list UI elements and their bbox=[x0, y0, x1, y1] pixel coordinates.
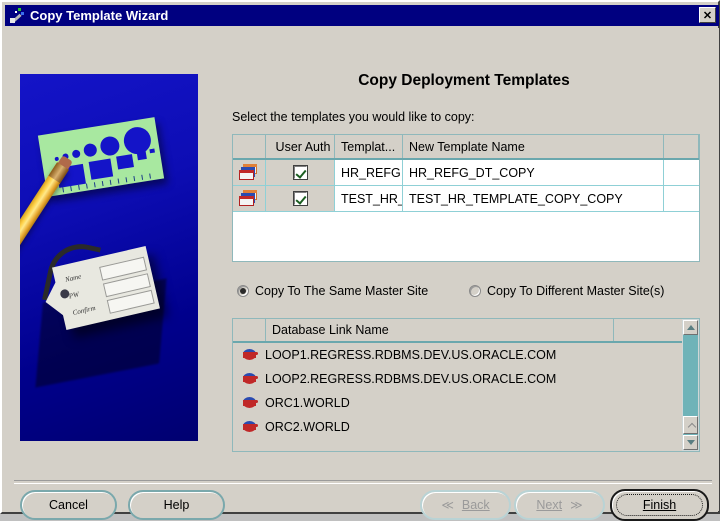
user-auth-checkbox[interactable] bbox=[266, 160, 335, 185]
database-link-icon bbox=[242, 349, 258, 361]
title-bar: Copy Template Wizard ✕ bbox=[5, 5, 719, 26]
column-header-icon[interactable] bbox=[233, 135, 266, 158]
back-button-label: Back bbox=[461, 498, 490, 512]
database-link-name: LOOP2.REGRESS.RDBMS.DEV.US.ORACLE.COM bbox=[265, 372, 557, 386]
wizard-wand-icon bbox=[9, 8, 25, 24]
new-template-name-cell[interactable]: HR_REFG_DT_COPY bbox=[403, 160, 664, 185]
list-item[interactable]: ORC1.WORLD bbox=[233, 391, 683, 415]
user-auth-checkbox[interactable] bbox=[266, 186, 335, 211]
column-header-database-link-name[interactable]: Database Link Name bbox=[266, 319, 614, 341]
list-item[interactable]: LOOP2.REGRESS.RDBMS.DEV.US.ORACLE.COM bbox=[233, 367, 683, 391]
scrollbar-thumb[interactable] bbox=[683, 416, 698, 434]
database-link-name: ORC2.WORLD bbox=[265, 420, 350, 434]
table-row[interactable]: HR_REFG HR_REFG_DT_COPY bbox=[233, 160, 699, 186]
radio-label-same-site: Copy To The Same Master Site bbox=[255, 284, 429, 298]
wizard-body: Name PW Confirm Copy Deployment Template… bbox=[5, 28, 719, 521]
chevron-right-icon: ≫ bbox=[570, 498, 583, 512]
back-button[interactable]: ≪ Back bbox=[420, 490, 511, 520]
database-link-name: ORC1.WORLD bbox=[265, 396, 350, 410]
templates-table-header: User Auth Templat... New Template Name bbox=[233, 135, 699, 160]
row-spacer-cell bbox=[664, 186, 699, 211]
tag-label-name: Name bbox=[64, 272, 82, 284]
footer-divider bbox=[14, 480, 712, 484]
database-link-rows: LOOP1.REGRESS.RDBMS.DEV.US.ORACLE.COM LO… bbox=[233, 343, 683, 450]
database-link-list-header: Database Link Name bbox=[233, 319, 699, 343]
database-link-scrollbar[interactable] bbox=[682, 319, 699, 451]
column-header-template[interactable]: Templat... bbox=[335, 135, 403, 158]
column-header-dblink-icon[interactable] bbox=[233, 319, 266, 341]
database-link-icon bbox=[242, 397, 258, 409]
radio-indicator-unselected bbox=[469, 285, 481, 297]
help-button[interactable]: Help bbox=[128, 490, 225, 520]
next-button-label: Next bbox=[536, 498, 563, 512]
tag-label-pw: PW bbox=[68, 290, 80, 301]
radio-copy-different-master-sites[interactable]: Copy To Different Master Site(s) bbox=[469, 284, 664, 298]
new-template-name-cell[interactable]: TEST_HR_TEMPLATE_COPY_COPY bbox=[403, 186, 664, 211]
template-stack-icon bbox=[233, 186, 266, 211]
tag-label-confirm: Confirm bbox=[71, 303, 97, 318]
database-link-icon bbox=[242, 421, 258, 433]
chevron-left-icon: ≪ bbox=[441, 498, 454, 512]
templates-table[interactable]: User Auth Templat... New Template Name H… bbox=[232, 134, 700, 262]
table-row[interactable]: TEST_HR_ TEST_HR_TEMPLATE_COPY_COPY bbox=[233, 186, 699, 212]
next-button[interactable]: Next ≫ bbox=[514, 490, 605, 520]
radio-copy-same-master-site[interactable]: Copy To The Same Master Site bbox=[237, 284, 428, 298]
column-header-spacer bbox=[664, 135, 699, 158]
copy-template-wizard-window: Copy Template Wizard ✕ Name PW Confirm C… bbox=[0, 0, 720, 521]
database-link-icon bbox=[242, 373, 258, 385]
cancel-button[interactable]: Cancel bbox=[20, 490, 117, 520]
scroll-up-icon[interactable] bbox=[683, 320, 698, 335]
wizard-side-illustration: Name PW Confirm bbox=[20, 74, 198, 441]
page-title: Copy Deployment Templates bbox=[358, 72, 570, 89]
template-stack-icon bbox=[233, 160, 266, 185]
copy-mode-radio-group: Copy To The Same Master Site Copy To Dif… bbox=[237, 284, 703, 302]
finish-button[interactable]: Finish bbox=[610, 489, 709, 521]
instruction-label: Select the templates you would like to c… bbox=[232, 110, 475, 124]
radio-label-different-sites: Copy To Different Master Site(s) bbox=[487, 284, 665, 298]
scroll-down-icon[interactable] bbox=[683, 435, 698, 450]
column-header-new-template-name[interactable]: New Template Name bbox=[403, 135, 664, 158]
window-title: Copy Template Wizard bbox=[30, 8, 169, 23]
finish-button-label: Finish bbox=[642, 498, 677, 512]
database-link-list[interactable]: Database Link Name LOOP1.REGRESS.RDBMS.D… bbox=[232, 318, 700, 452]
template-name-cell[interactable]: HR_REFG bbox=[335, 160, 403, 185]
close-icon[interactable]: ✕ bbox=[699, 7, 716, 23]
database-link-name: LOOP1.REGRESS.RDBMS.DEV.US.ORACLE.COM bbox=[265, 348, 557, 362]
radio-indicator-selected bbox=[237, 285, 249, 297]
template-name-cell[interactable]: TEST_HR_ bbox=[335, 186, 403, 211]
list-item[interactable]: LOOP1.REGRESS.RDBMS.DEV.US.ORACLE.COM bbox=[233, 343, 683, 367]
row-spacer-cell bbox=[664, 160, 699, 185]
column-header-user-auth[interactable]: User Auth bbox=[266, 135, 335, 158]
list-item[interactable]: ORC2.WORLD bbox=[233, 415, 683, 439]
